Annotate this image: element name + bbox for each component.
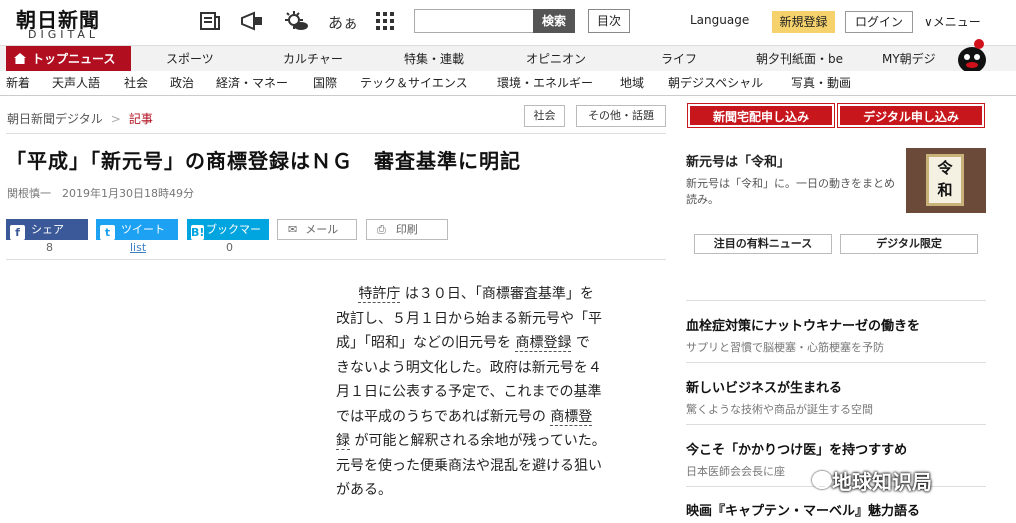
sidebar-item-title[interactable]: 映画『キャプテン・マーベル』魅力語る [686,500,920,519]
digital-only-tab[interactable]: デジタル限定 [840,234,978,254]
nav-item[interactable]: 特集・連載 [404,46,464,72]
paid-news-tab[interactable]: 注目の有料ニュース [694,234,832,254]
body-line: 成」「昭和」などの旧元号を 商標登録 で [336,335,590,352]
print-icon: ⎙ [377,223,386,236]
twitter-count-link[interactable]: list [130,241,146,254]
sidebar-item-title[interactable]: 血栓症対策にナットウキナーゼの働きを [686,315,920,334]
nav-sub-item[interactable]: テック＆サイエンス [360,71,468,96]
breadcrumb: 朝日新聞デジタル > 記事 [7,110,153,127]
nav-sub-item[interactable]: 経済・マネー [216,71,288,96]
article-title: 「平成」「新元号」の商標登録はＮＧ 審査基準に明記 [6,149,521,173]
hatena-icon: B! [191,225,205,240]
divider [6,259,666,260]
twitter-icon: t [100,225,115,240]
body-line: きないよう明文化した。政府は新元号を４ [336,359,602,376]
nav-sub-item[interactable]: 地域 [620,71,644,96]
nav-sub-item[interactable]: 写真・動画 [791,71,851,96]
body-line: 特許庁 は３０日、「商標審査基準」を [358,286,594,303]
facebook-icon: f [10,225,25,240]
nav-sub-item[interactable]: 環境・エネルギー [497,71,593,96]
body-line: 月１日に公表する予定で、これまでの基準 [336,384,602,400]
body-line: では平成のうちであれば新元号の 商標登 [336,408,593,426]
newspaper-icon[interactable] [199,10,221,32]
sidebar-item-desc: サプリと習慣で脳梗塞・心筋梗塞を予防 [686,341,884,354]
hatena-count: 0 [226,241,233,254]
tag-society[interactable]: 社会 [524,105,565,127]
feature-description: 新元号は「令和」に。一日の動きをまとめ読み。 [686,177,895,206]
print-button[interactable]: ⎙ 印刷 [366,219,448,240]
mascot-icon [958,39,986,73]
nav-item[interactable]: スポーツ [166,46,214,72]
keyword-link[interactable]: 録 [336,433,350,450]
nav-sub-item[interactable]: 政治 [170,71,194,96]
grid-menu-icon[interactable] [374,10,396,32]
weather-icon[interactable] [283,10,309,32]
nav-sub-item[interactable]: 新着 [6,71,30,96]
divider [686,362,986,363]
divider [686,424,986,425]
nav-sub-item[interactable]: 天声人語 [52,71,100,96]
nav-top-news[interactable]: トップニュース [6,46,131,72]
divider [686,300,986,301]
sidebar-item-title[interactable]: 今こそ「かかりつけ医」を持つすすめ [686,439,907,458]
breadcrumb-current: 記事 [128,112,153,126]
sidebar-item-desc: 驚くような技術や商品が誕生する空間 [686,403,873,416]
nav-item[interactable]: カルチャー [283,46,343,72]
article-byline: 関根慎一 2019年1月30日18時49分 [7,187,194,200]
mail-button[interactable]: ✉ メール [277,219,357,240]
reiwa-photo[interactable]: 令和 [906,148,986,213]
body-line: 元号を使った便乗商法や混乱を避ける狙い [336,457,602,474]
asahi-logo[interactable]: 朝日新聞 DIGITAL [14,4,134,41]
nav-item[interactable]: ライフ [661,46,697,72]
breadcrumb-separator: > [110,112,121,126]
body-line: がある。 [336,482,392,498]
login-button[interactable]: ログイン [845,11,913,33]
twitter-share-button[interactable]: t ツイート [96,219,178,240]
facebook-count: 8 [46,241,53,254]
watermark: 地球知识局 [832,470,932,494]
keyword-link[interactable]: 商標登録 [515,335,572,352]
feature-title[interactable]: 新元号は「令和」 [686,151,790,170]
article-body: 特許庁 は３０日、「商標審査基準」を 改訂し、５月１日から始まる新元号や「平 成… [336,282,640,503]
reiwa-placard: 令和 [926,154,964,206]
body-line: 改訂し、５月１日から始まる新元号や「平 [336,310,602,327]
home-icon [14,53,26,64]
facebook-share-button[interactable]: f シェア [6,219,88,240]
primary-nav: トップニュース スポーツ カルチャー 特集・連載 オピニオン ライフ 朝夕刊紙面… [0,45,1016,72]
menu-button[interactable]: ∨メニュー [924,13,981,30]
keyword-link[interactable]: 商標登 [550,408,593,426]
register-button[interactable]: 新規登録 [772,11,835,33]
body-line: 録 が可能と解釈される余地が残っていた。 [336,433,606,450]
site-header: 朝日新聞 DIGITAL あぁ 検索 目次 Language 新規登録 ログイン… [0,0,1016,44]
nav-item[interactable]: オピニオン [526,46,586,72]
divider [6,133,666,134]
mail-icon: ✉ [288,223,298,236]
nav-sub-item[interactable]: 社会 [124,71,148,96]
sidebar-item-desc: 日本医師会会長に座 [686,465,785,478]
font-size-icon[interactable]: あぁ [328,12,358,33]
wechat-icon [812,471,832,489]
nav-sub-item[interactable]: 国際 [313,71,337,96]
megaphone-icon[interactable] [239,10,265,32]
tag-misc[interactable]: その他・話題 [576,105,666,127]
subscribe-paper-button[interactable]: 新聞宅配申し込み [687,103,835,128]
subscribe-digital-button[interactable]: デジタル申し込み [837,103,985,128]
hatena-bookmark-button[interactable]: B! ブックマーク [187,219,269,257]
nav-sub-item[interactable]: 朝デジスペシャル [668,71,763,96]
language-link[interactable]: Language [690,13,749,27]
index-button[interactable]: 目次 [588,9,630,33]
sidebar-item-title[interactable]: 新しいビジネスが生まれる [686,377,842,396]
keyword-link[interactable]: 特許庁 [358,286,401,303]
nav-item[interactable]: MY朝デジ [882,46,936,72]
search-button[interactable]: 検索 [533,9,575,33]
breadcrumb-home[interactable]: 朝日新聞デジタル [7,112,103,126]
nav-item[interactable]: 朝夕刊紙面・be [756,46,843,72]
secondary-nav: 新着 天声人語 社会 政治 経済・マネー 国際 テック＆サイエンス 環境・エネル… [0,71,1016,96]
